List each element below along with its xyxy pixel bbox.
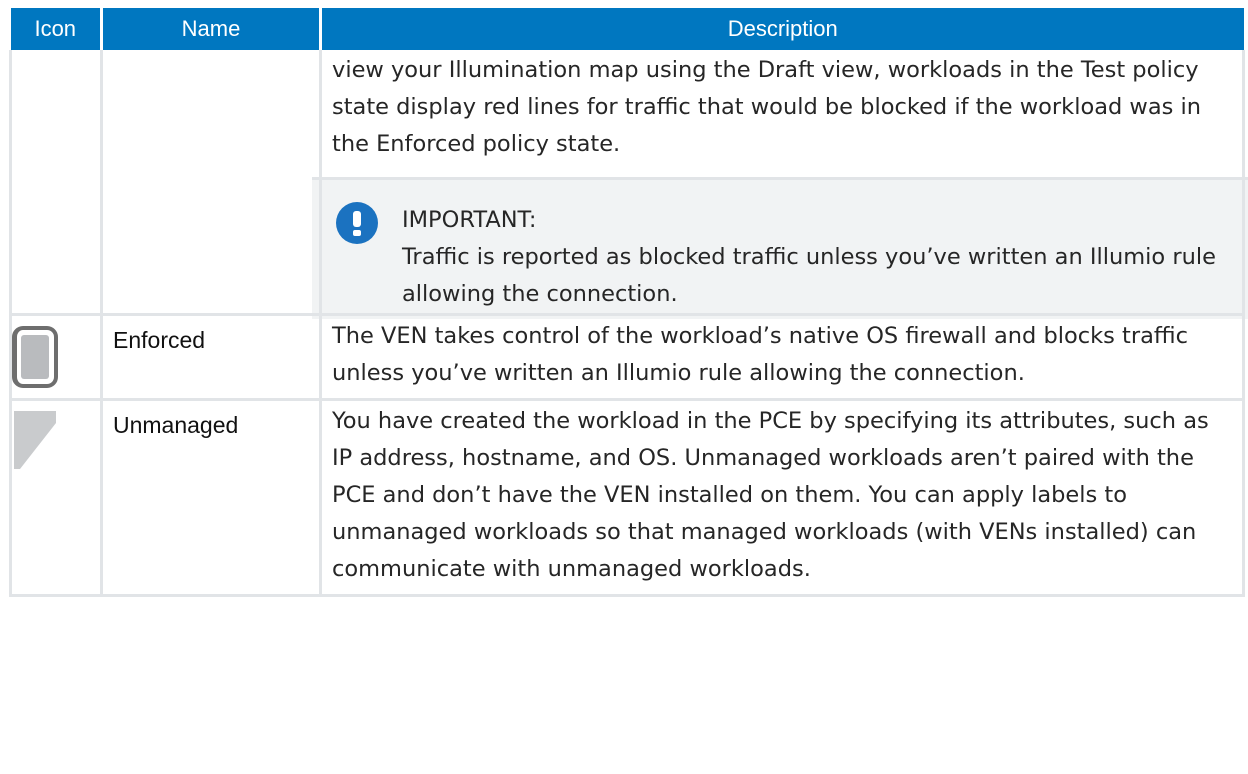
important-callout: IMPORTANT: Traffic is reported as blocke… (312, 177, 1248, 319)
row-name: Enforced (113, 327, 206, 353)
row-name: Unmanaged (113, 412, 239, 438)
table-row-test-continued: view your Illumination map using the Dra… (9, 50, 1248, 319)
enforced-workload-icon (12, 326, 58, 388)
workload-icon-table: Icon Name Description view your Illumina… (9, 8, 1248, 597)
row-description: You have created the workload in the PCE… (332, 408, 1209, 582)
description-cell: You have created the workload in the PCE… (319, 398, 1245, 597)
name-cell: Unmanaged (100, 398, 322, 597)
table-header-row: Icon Name Description (10, 8, 1244, 50)
row-description: view your Illumination map using the Dra… (332, 57, 1202, 157)
icon-cell (9, 50, 103, 316)
description-cell: The VEN takes control of the workload’s … (319, 313, 1245, 401)
table-row-enforced: Enforced The VEN takes control of the wo… (9, 313, 1245, 401)
icon-cell (9, 398, 103, 597)
exclamation-icon (336, 202, 378, 244)
name-cell: Enforced (100, 313, 322, 401)
callout-text: Traffic is reported as blocked traffic u… (402, 244, 1216, 307)
page: Icon Name Description view your Illumina… (0, 0, 1248, 774)
unmanaged-workload-icon (14, 411, 56, 469)
table-row-unmanaged: Unmanaged You have created the workload … (9, 398, 1245, 597)
row-description: The VEN takes control of the workload’s … (332, 323, 1188, 386)
header-description: Description (319, 8, 1244, 50)
header-name: Name (100, 8, 321, 50)
description-cell: view your Illumination map using the Dra… (312, 50, 1248, 319)
icon-cell (9, 313, 103, 401)
callout-title: IMPORTANT: (402, 207, 537, 233)
header-icon: Icon (10, 8, 102, 50)
name-cell (100, 50, 322, 316)
